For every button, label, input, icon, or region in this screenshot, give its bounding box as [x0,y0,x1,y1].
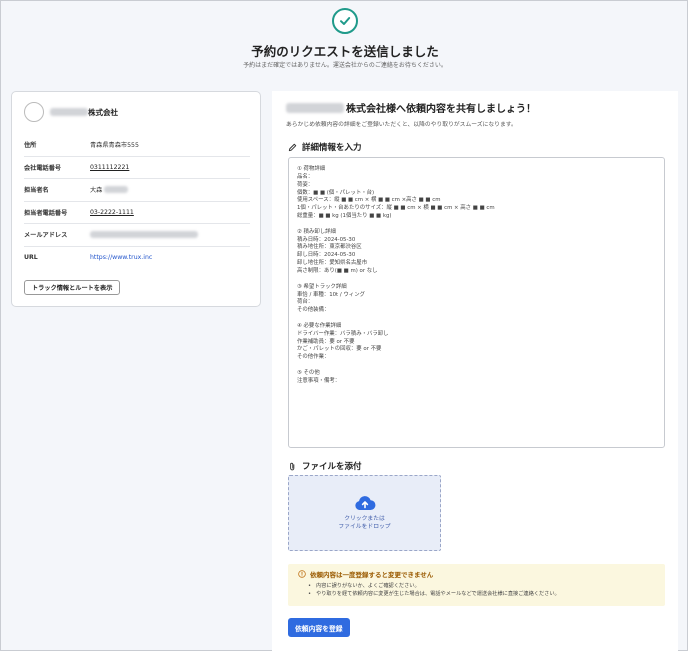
page-title: 予約のリクエストを送信しました [251,44,439,59]
info-label: 担当者名 [24,187,49,195]
dropzone-line1: クリックまたは [344,516,385,522]
contact-name-text: 大森 [90,187,103,195]
company-phone-link[interactable]: 0311112221 [90,164,129,171]
request-panel: 株式会社様へ依頼内容を共有しましょう！ あらかじめ依頼内容の詳細をご登録いただく… [272,91,678,651]
redacted-company-name [286,102,344,113]
info-row-email: メールアドレス [24,224,250,247]
file-section-heading: ファイルを添付 [288,460,362,472]
redacted-company-name [50,108,88,116]
info-row-contact-phone: 担当者電話番号 03-2222-1111 [24,202,250,224]
dropzone-text: クリックまたは ファイルをドロップ [338,515,390,531]
share-heading: 株式会社様へ依頼内容を共有しましょう！ [286,100,536,115]
warning-item: やり取りを経て依頼内容に変更が生じた場合は、電話やメールなどで運送会社様に直接ご… [308,590,655,598]
company-header: 株式会社 [24,102,118,122]
warning-box: 依頼内容は一度登録すると変更できません 内容に誤りがないか、よくご確認ください。… [288,564,665,606]
submit-request-button[interactable]: 依頼内容を登録 [288,618,350,637]
share-heading-text: 株式会社様へ依頼内容を共有しましょう！ [346,104,536,115]
company-name-suffix: 株式会社 [88,107,118,117]
redacted-email [90,231,198,239]
contact-phone-link[interactable]: 03-2222-1111 [90,209,134,216]
info-label: 住所 [24,142,37,150]
warning-title-text: 依頼内容は一度登録すると変更できません [310,571,434,579]
warning-list: 内容に誤りがないか、よくご確認ください。 やり取りを経て依頼内容に変更が生じた場… [298,582,655,598]
company-avatar [24,102,44,122]
url-link[interactable]: https://www.trux.inc [90,254,152,261]
info-label: 担当者電話番号 [24,209,68,217]
warning-title: 依頼内容は一度登録すると変更できません [298,569,655,579]
page-frame: 予約のリクエストを送信しました 予約はまだ確定ではありません。運送会社からのご連… [0,0,688,651]
details-heading-text: 詳細情報を入力 [302,143,362,153]
address-value: 青森県青森市555 [90,142,139,150]
info-row-url: URL https://www.trux.inc [24,247,250,270]
company-name: 株式会社 [50,107,118,118]
dropzone-line2: ファイルをドロップ [338,524,391,530]
show-truck-route-button[interactable]: トラック情報とルートを表示 [24,280,121,295]
info-label: メールアドレス [24,232,68,240]
info-row-company-phone: 会社電話番号 0311112221 [24,157,250,179]
page-subtitle: 予約はまだ確定ではありません。運送会社からのご連絡をお待ちください。 [243,62,447,69]
success-check-icon [332,8,358,34]
file-heading-text: ファイルを添付 [302,462,362,472]
info-row-contact-name: 担当者名 大森 [24,179,250,202]
company-card: 株式会社 住所 青森県青森市555 会社電話番号 0311112221 担当者名… [11,91,261,307]
email-value [90,231,198,239]
warning-info-icon [298,570,306,578]
warning-item: 内容に誤りがないか、よくご確認ください。 [308,582,655,590]
redacted-contact-name [104,186,129,194]
details-textarea[interactable]: ① 荷物詳細 品名： 荷姿： 個数：■ ■ (個・パレット・台) 使用スペース：… [288,157,665,448]
cloud-upload-icon [354,496,375,511]
details-section-heading: 詳細情報を入力 [288,141,362,153]
company-info-list: 住所 青森県青森市555 会社電話番号 0311112221 担当者名 大森 担… [24,134,250,269]
contact-name-value: 大森 [90,185,129,195]
info-label: 会社電話番号 [24,164,62,172]
file-dropzone[interactable]: クリックまたは ファイルをドロップ [288,475,441,551]
pencil-icon [288,143,297,151]
info-row-address: 住所 青森県青森市555 [24,134,250,157]
info-label: URL [24,254,38,262]
paperclip-icon [290,462,295,470]
share-description: あらかじめ依頼内容の詳細をご登録いただくと、以降のやり取りがスムーズになります。 [286,122,517,128]
